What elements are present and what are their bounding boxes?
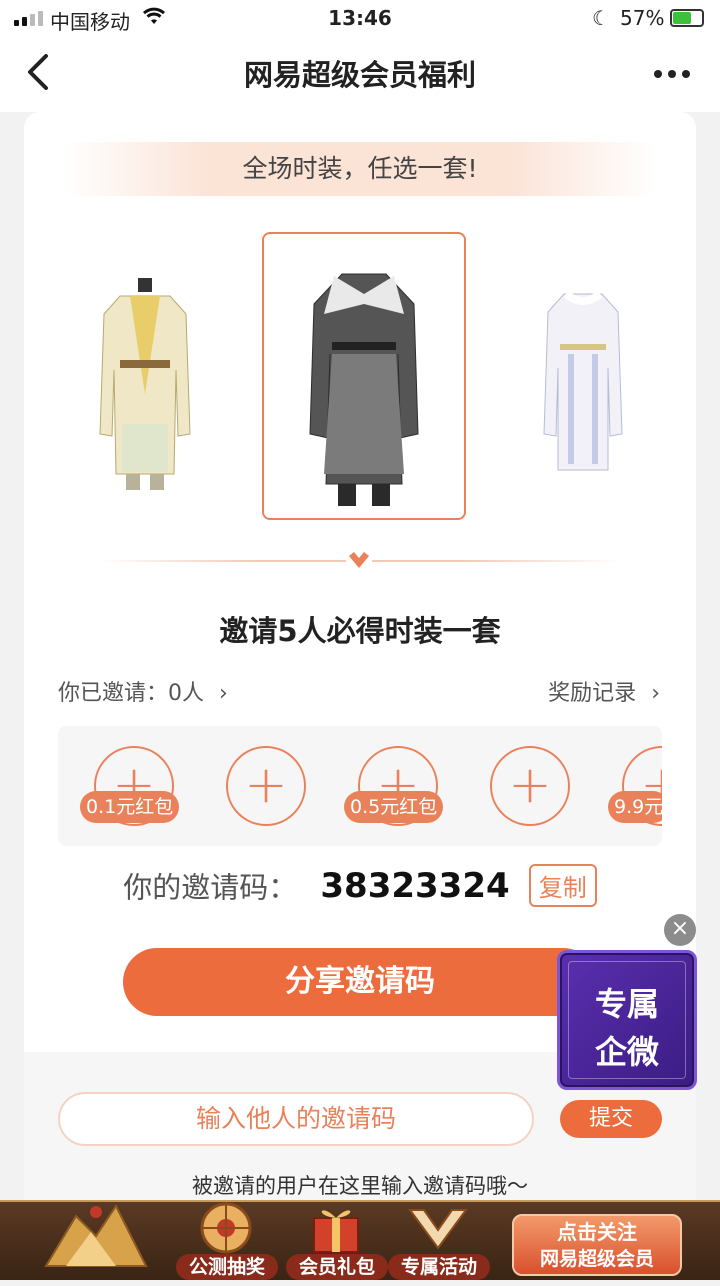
footer-gift-label: 会员礼包: [286, 1254, 388, 1280]
outfit-white[interactable]: [538, 284, 628, 488]
chevron-right-icon: ›: [651, 681, 660, 706]
battery-icon: [670, 9, 704, 27]
nav-bar: 网易超级会员福利: [0, 36, 720, 112]
reward-tag-3: 0.5元红包: [344, 791, 444, 823]
invite-slot-4[interactable]: +: [490, 746, 570, 826]
footer-bar: 公测抽奖 会员礼包 专属活动 点击关注 网易超级会员: [0, 1200, 720, 1280]
footer-activity-label: 专属活动: [388, 1254, 490, 1280]
invite-code-value: 38323324: [320, 865, 510, 906]
page-title: 网易超级会员福利: [243, 58, 476, 92]
reward-tag-1: 0.1元红包: [80, 791, 180, 823]
invited-count-label: 你已邀请：0人: [58, 681, 204, 706]
invite-code-label: 你的邀请码：: [123, 870, 298, 905]
invited-count[interactable]: 你已邀请：0人 ›: [58, 675, 228, 707]
footer-activity[interactable]: 专属活动: [388, 1202, 490, 1282]
invite-headline: 邀请5人必得时装一套: [219, 614, 501, 648]
more-dots-icon[interactable]: [652, 46, 692, 99]
share-code-button[interactable]: 分享邀请码: [123, 948, 597, 1016]
follow-line1: 点击关注: [557, 1220, 637, 1244]
wecom-float-button[interactable]: 专属 企微: [557, 950, 697, 1090]
reward-records-label: 奖励记录: [548, 681, 637, 706]
footer-lottery-label: 公测抽奖: [176, 1254, 278, 1280]
battery-percent: 57%: [620, 6, 665, 30]
outfit-gold[interactable]: [90, 274, 200, 498]
follow-line2: 网易超级会员: [539, 1248, 654, 1270]
status-bar: 中国移动 13:46 ☾ 57%: [0, 0, 720, 36]
submit-button[interactable]: 提交: [560, 1100, 662, 1138]
brand-logo-icon: [36, 1196, 156, 1282]
diamond-icon: [346, 550, 372, 572]
gift-box-icon: [300, 1198, 372, 1254]
wecom-line2: 企微: [594, 1033, 659, 1071]
lottery-wheel-icon: [190, 1198, 262, 1254]
outfit-dark-selected[interactable]: [262, 232, 466, 520]
footer-gift[interactable]: 会员礼包: [286, 1202, 388, 1282]
promo-banner: 全场时装，任选一套!: [64, 142, 656, 196]
follow-button[interactable]: 点击关注 网易超级会员: [512, 1214, 682, 1276]
activity-emblem-icon: [402, 1198, 474, 1254]
reward-tag-5: 9.9元: [608, 791, 662, 823]
invite-code-row: 你的邀请码： 38323324 复制: [24, 864, 696, 907]
footer-lottery[interactable]: 公测抽奖: [176, 1202, 278, 1282]
reward-records-link[interactable]: 奖励记录 ›: [548, 675, 660, 707]
close-icon[interactable]: ×: [664, 914, 696, 946]
moon-icon: ☾: [592, 6, 610, 30]
invite-slot-2[interactable]: +: [226, 746, 306, 826]
chevron-right-icon: ›: [219, 681, 228, 706]
clock: 13:46: [328, 6, 392, 30]
invite-slots: + 0.1元红包 + + 0.5元红包 + + 9.9元: [58, 726, 662, 846]
copy-button[interactable]: 复制: [528, 864, 597, 907]
invite-code-input[interactable]: 输入他人的邀请码: [58, 1092, 534, 1146]
wecom-line1: 专属: [594, 985, 659, 1023]
